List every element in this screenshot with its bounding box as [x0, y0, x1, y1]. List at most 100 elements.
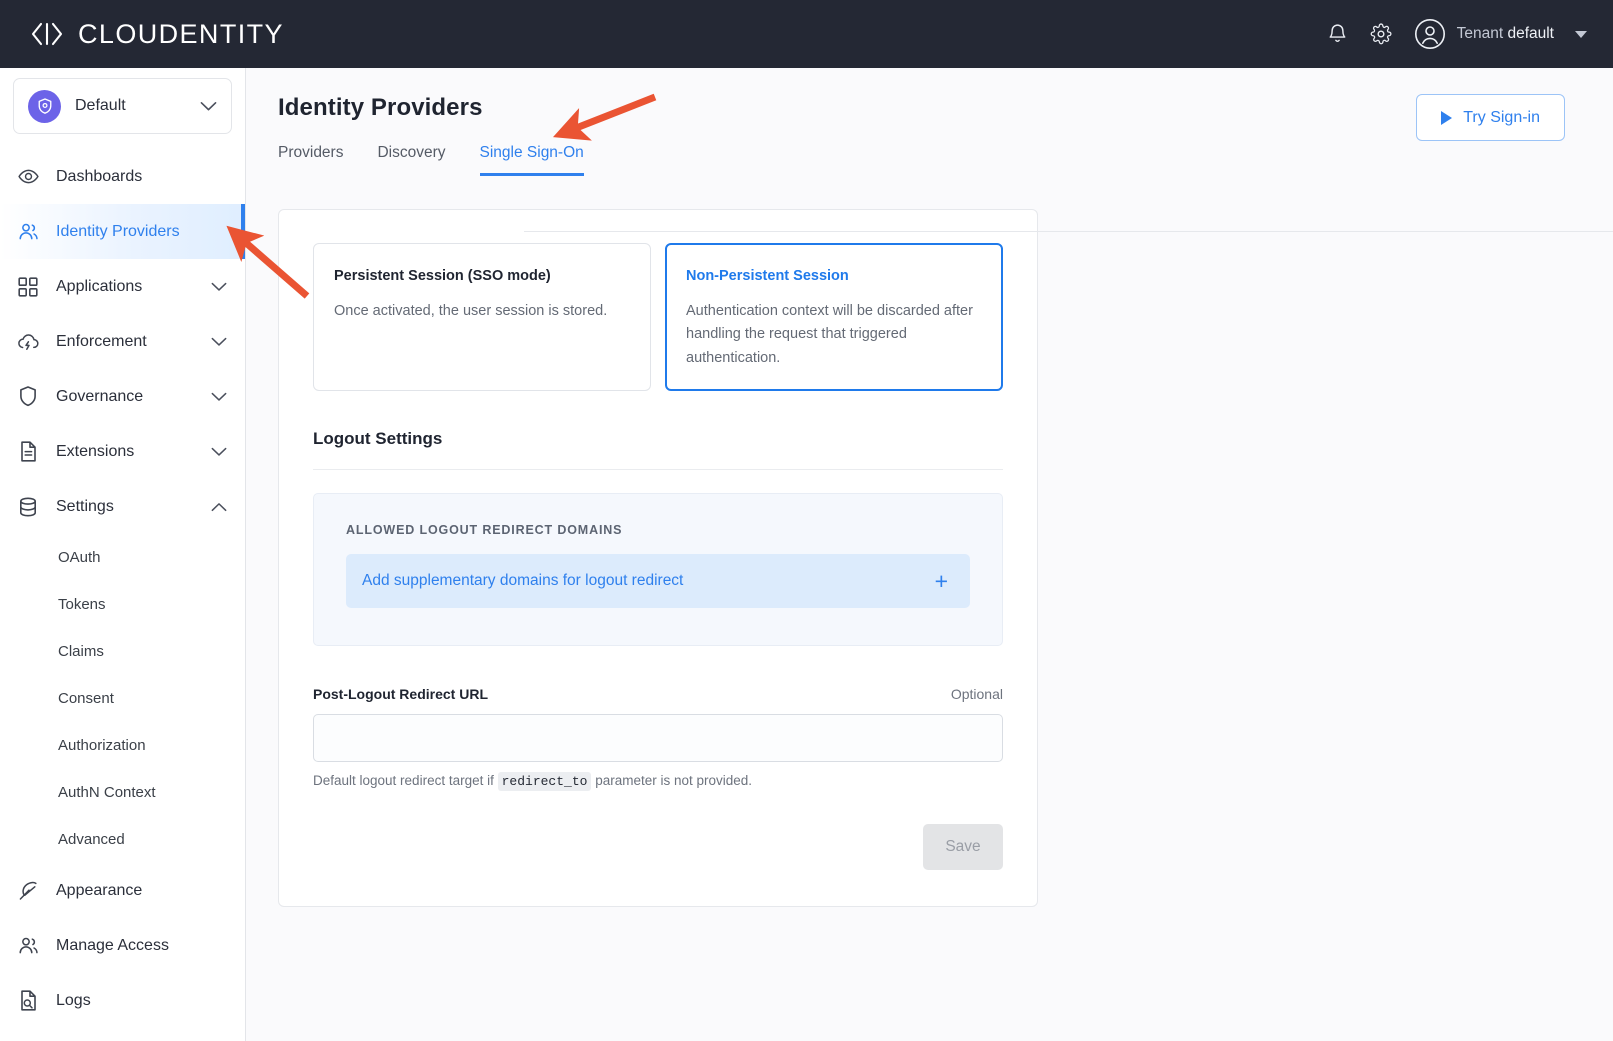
page-title-and-tabs: Identity Providers Providers Discovery S…: [278, 94, 585, 176]
sidebar-item-settings[interactable]: Settings: [0, 479, 245, 534]
tenant-prefix: Tenant: [1456, 25, 1508, 42]
session-card-description: Authentication context will be discarded…: [686, 303, 973, 366]
sidebar-item-label: Appearance: [56, 881, 143, 899]
users-icon: [16, 934, 40, 957]
try-signin-button[interactable]: Try Sign-in: [1416, 94, 1565, 141]
add-domain-label: Add supplementary domains for logout red…: [362, 572, 684, 590]
main-content: Identity Providers Providers Discovery S…: [246, 68, 1613, 1041]
logout-settings-heading: Logout Settings: [313, 429, 443, 449]
page-header: Identity Providers Providers Discovery S…: [246, 94, 1613, 176]
tab-providers[interactable]: Providers: [278, 144, 343, 176]
sidebar-item-label: Manage Access: [56, 936, 169, 954]
single-sign-on-panel: Persistent Session (SSO mode) Once activ…: [278, 209, 1038, 908]
chevron-down-icon[interactable]: [211, 392, 227, 402]
tab-single-sign-on[interactable]: Single Sign-On: [479, 144, 585, 176]
tab-bar: Providers Discovery Single Sign-On: [278, 144, 585, 176]
workspace-name: Default: [75, 97, 126, 114]
sidebar-subitem-authn-context[interactable]: AuthN Context: [0, 769, 245, 816]
sidebar-item-appearance[interactable]: Appearance: [0, 863, 245, 918]
hint-code-chip: redirect_to: [497, 772, 592, 792]
tab-discovery[interactable]: Discovery: [377, 144, 445, 176]
sidebar-subitem-label: Authorization: [58, 737, 146, 754]
cloud-bolt-icon: [16, 330, 40, 354]
sidebar-item-label: Dashboards: [56, 167, 143, 185]
sidebar-item-label: Identity Providers: [56, 222, 180, 240]
chevron-up-icon[interactable]: [211, 502, 227, 512]
app-root: CLOUDENTITY Tenant default Default Dashb…: [0, 0, 1613, 1041]
chevron-down-icon[interactable]: [211, 337, 227, 347]
code-brackets-logo-icon: [30, 21, 64, 47]
post-logout-redirect-url-label: Post-Logout Redirect URL: [313, 686, 488, 703]
sidebar-item-governance[interactable]: Governance: [0, 369, 245, 424]
session-card-title: Non-Persistent Session: [686, 268, 849, 284]
sidebar-subitem-claims[interactable]: Claims: [0, 628, 245, 675]
workspace-selector[interactable]: Default: [13, 78, 232, 134]
sidebar-item-logs[interactable]: Logs: [0, 973, 245, 1028]
sidebar-subitem-label: Claims: [58, 643, 104, 660]
session-mode-options: Persistent Session (SSO mode) Once activ…: [313, 243, 1003, 392]
tenant-name: default: [1507, 25, 1554, 42]
tab-label: Single Sign-On: [479, 144, 584, 161]
chevron-down-icon[interactable]: [211, 447, 227, 457]
chevron-down-icon[interactable]: [200, 101, 217, 112]
tab-label: Discovery: [377, 144, 446, 161]
bell-icon[interactable]: [1327, 23, 1348, 45]
sidebar-item-enforcement[interactable]: Enforcement: [0, 314, 245, 369]
sidebar-item-label: Governance: [56, 387, 144, 405]
session-card-title: Persistent Session (SSO mode): [334, 268, 551, 284]
sidebar-subitem-consent[interactable]: Consent: [0, 675, 245, 722]
plus-icon[interactable]: +: [935, 569, 948, 593]
hint-prefix: Default logout redirect target if: [313, 773, 498, 789]
try-signin-label: Try Sign-in: [1463, 108, 1540, 126]
sidebar-subitem-tokens[interactable]: Tokens: [0, 581, 245, 628]
session-card-persistent[interactable]: Persistent Session (SSO mode) Once activ…: [313, 243, 651, 392]
sidebar-subitem-label: Tokens: [58, 596, 106, 613]
tab-bar-divider: [524, 231, 1613, 232]
session-card-non-persistent[interactable]: Non-Persistent Session Authentication co…: [665, 243, 1003, 392]
user-avatar-icon: [1414, 18, 1446, 50]
post-logout-redirect-url-header: Post-Logout Redirect URL Optional: [313, 686, 1003, 702]
hint-suffix: parameter is not provided.: [591, 773, 753, 789]
document-icon: [16, 440, 40, 463]
allowed-domains-label: ALLOWED LOGOUT REDIRECT DOMAINS: [346, 523, 623, 538]
sidebar-item-label: Logs: [56, 991, 91, 1009]
page-title: Identity Providers: [278, 94, 483, 121]
sidebar-subitem-label: OAuth: [58, 549, 101, 566]
sidebar: Default Dashboards Identity Providers Ap…: [0, 68, 246, 1041]
play-triangle-icon: [1441, 110, 1453, 125]
post-logout-redirect-url-hint: Default logout redirect target if redire…: [313, 772, 1003, 792]
top-bar-actions: Tenant default: [1327, 18, 1587, 50]
sidebar-item-label: Extensions: [56, 442, 135, 460]
feather-pen-icon: [16, 880, 40, 902]
save-row: Save: [313, 824, 1003, 871]
file-search-icon: [16, 989, 40, 1012]
allowed-logout-redirect-domains-box: ALLOWED LOGOUT REDIRECT DOMAINS Add supp…: [313, 493, 1003, 647]
sidebar-subitem-oauth[interactable]: OAuth: [0, 534, 245, 581]
sidebar-item-dashboards[interactable]: Dashboards: [0, 149, 245, 204]
grid-squares-icon: [16, 276, 40, 298]
eye-icon: [16, 165, 40, 188]
sidebar-item-extensions[interactable]: Extensions: [0, 424, 245, 479]
sidebar-item-label: Enforcement: [56, 332, 147, 350]
sidebar-item-identity-providers[interactable]: Identity Providers: [0, 204, 245, 259]
sidebar-item-applications[interactable]: Applications: [0, 259, 245, 314]
gear-icon[interactable]: [1370, 23, 1392, 45]
chevron-down-icon[interactable]: [1575, 30, 1587, 38]
sidebar-subitem-advanced[interactable]: Advanced: [0, 816, 245, 863]
chevron-down-icon[interactable]: [211, 282, 227, 292]
save-button[interactable]: Save: [923, 824, 1003, 871]
optional-label: Optional: [950, 686, 1003, 703]
sidebar-item-manage-access[interactable]: Manage Access: [0, 918, 245, 973]
post-logout-redirect-url-input[interactable]: [313, 714, 1003, 763]
session-card-description: Once activated, the user session is stor…: [334, 303, 608, 319]
sidebar-nav: Dashboards Identity Providers Applicatio…: [0, 143, 245, 1028]
tab-label: Providers: [278, 144, 344, 161]
sidebar-subitem-authorization[interactable]: Authorization: [0, 722, 245, 769]
section-divider: [313, 469, 1003, 471]
database-icon: [16, 496, 40, 518]
tenant-selector[interactable]: Tenant default: [1414, 18, 1587, 50]
add-domain-button[interactable]: Add supplementary domains for logout red…: [346, 554, 970, 609]
sidebar-subitem-label: Consent: [58, 690, 114, 707]
brand[interactable]: CLOUDENTITY: [30, 19, 284, 50]
sidebar-item-label: Applications: [56, 277, 143, 295]
